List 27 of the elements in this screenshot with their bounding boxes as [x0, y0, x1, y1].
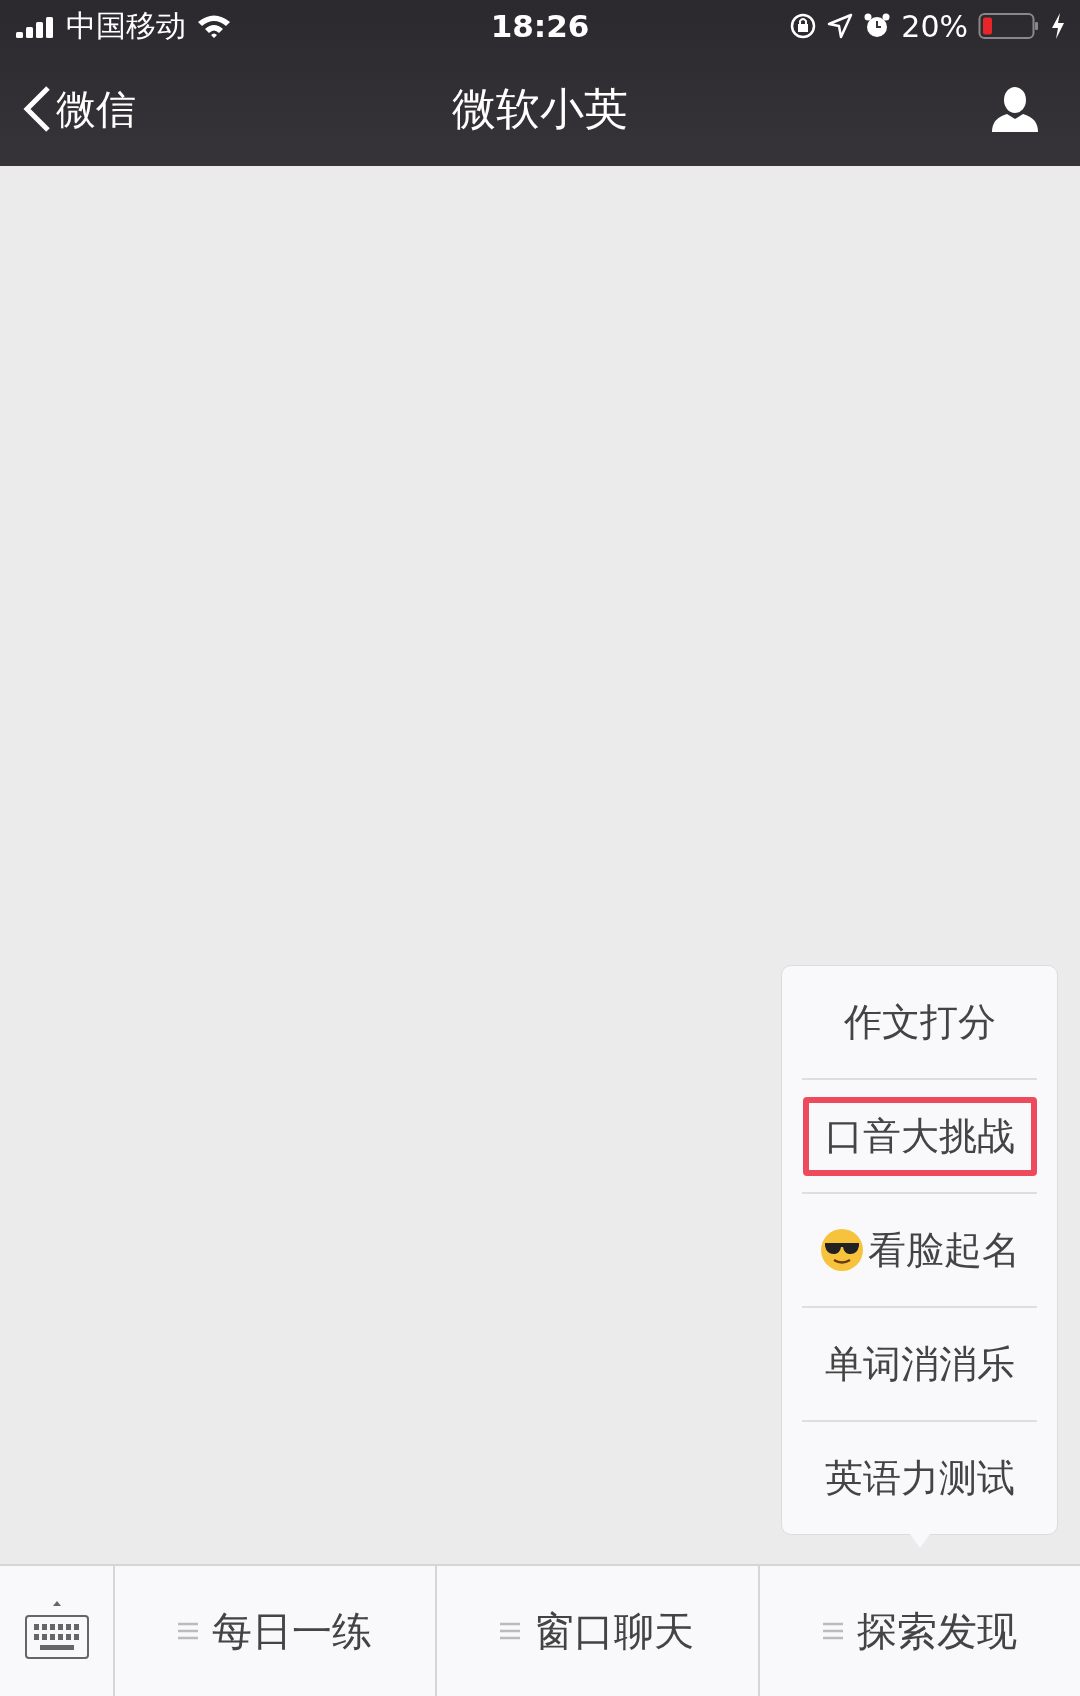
signal-icon: [14, 14, 56, 38]
person-icon[interactable]: [990, 86, 1040, 132]
chevron-left-icon: [22, 85, 52, 133]
menu-item[interactable]: 看脸起名: [797, 1210, 1042, 1290]
charging-bolt-icon: [1050, 12, 1066, 40]
sunglasses-emoji-icon: [819, 1228, 864, 1272]
menu-item[interactable]: 作文打分: [821, 982, 1018, 1062]
menu-lines-icon: [178, 1622, 199, 1640]
menu-lines-icon: [822, 1622, 843, 1640]
battery-percent: 20%: [901, 8, 968, 44]
battery-icon: [978, 12, 1040, 40]
wifi-icon: [196, 13, 232, 39]
back-button[interactable]: 微信: [22, 81, 136, 137]
menu-tab[interactable]: 每日一练: [115, 1566, 438, 1696]
keyboard-icon: [23, 1600, 90, 1662]
status-time: 18:26: [490, 8, 590, 44]
page-title: 微软小英: [452, 81, 628, 136]
alarm-clock-icon: [863, 12, 892, 40]
rotation-lock-icon: [789, 12, 818, 40]
menu-lines-icon: [500, 1622, 521, 1640]
menu-tab[interactable]: 探索发现: [759, 1566, 1080, 1696]
location-arrow-icon: [827, 13, 854, 39]
menu-item[interactable]: 单词消消乐: [802, 1324, 1037, 1404]
carrier-name: 中国移动: [66, 6, 186, 45]
menu-item[interactable]: 英语力测试: [802, 1438, 1037, 1518]
menu-item[interactable]: 口音大挑战: [802, 1096, 1037, 1176]
menu-tab[interactable]: 窗口聊天: [437, 1566, 760, 1696]
